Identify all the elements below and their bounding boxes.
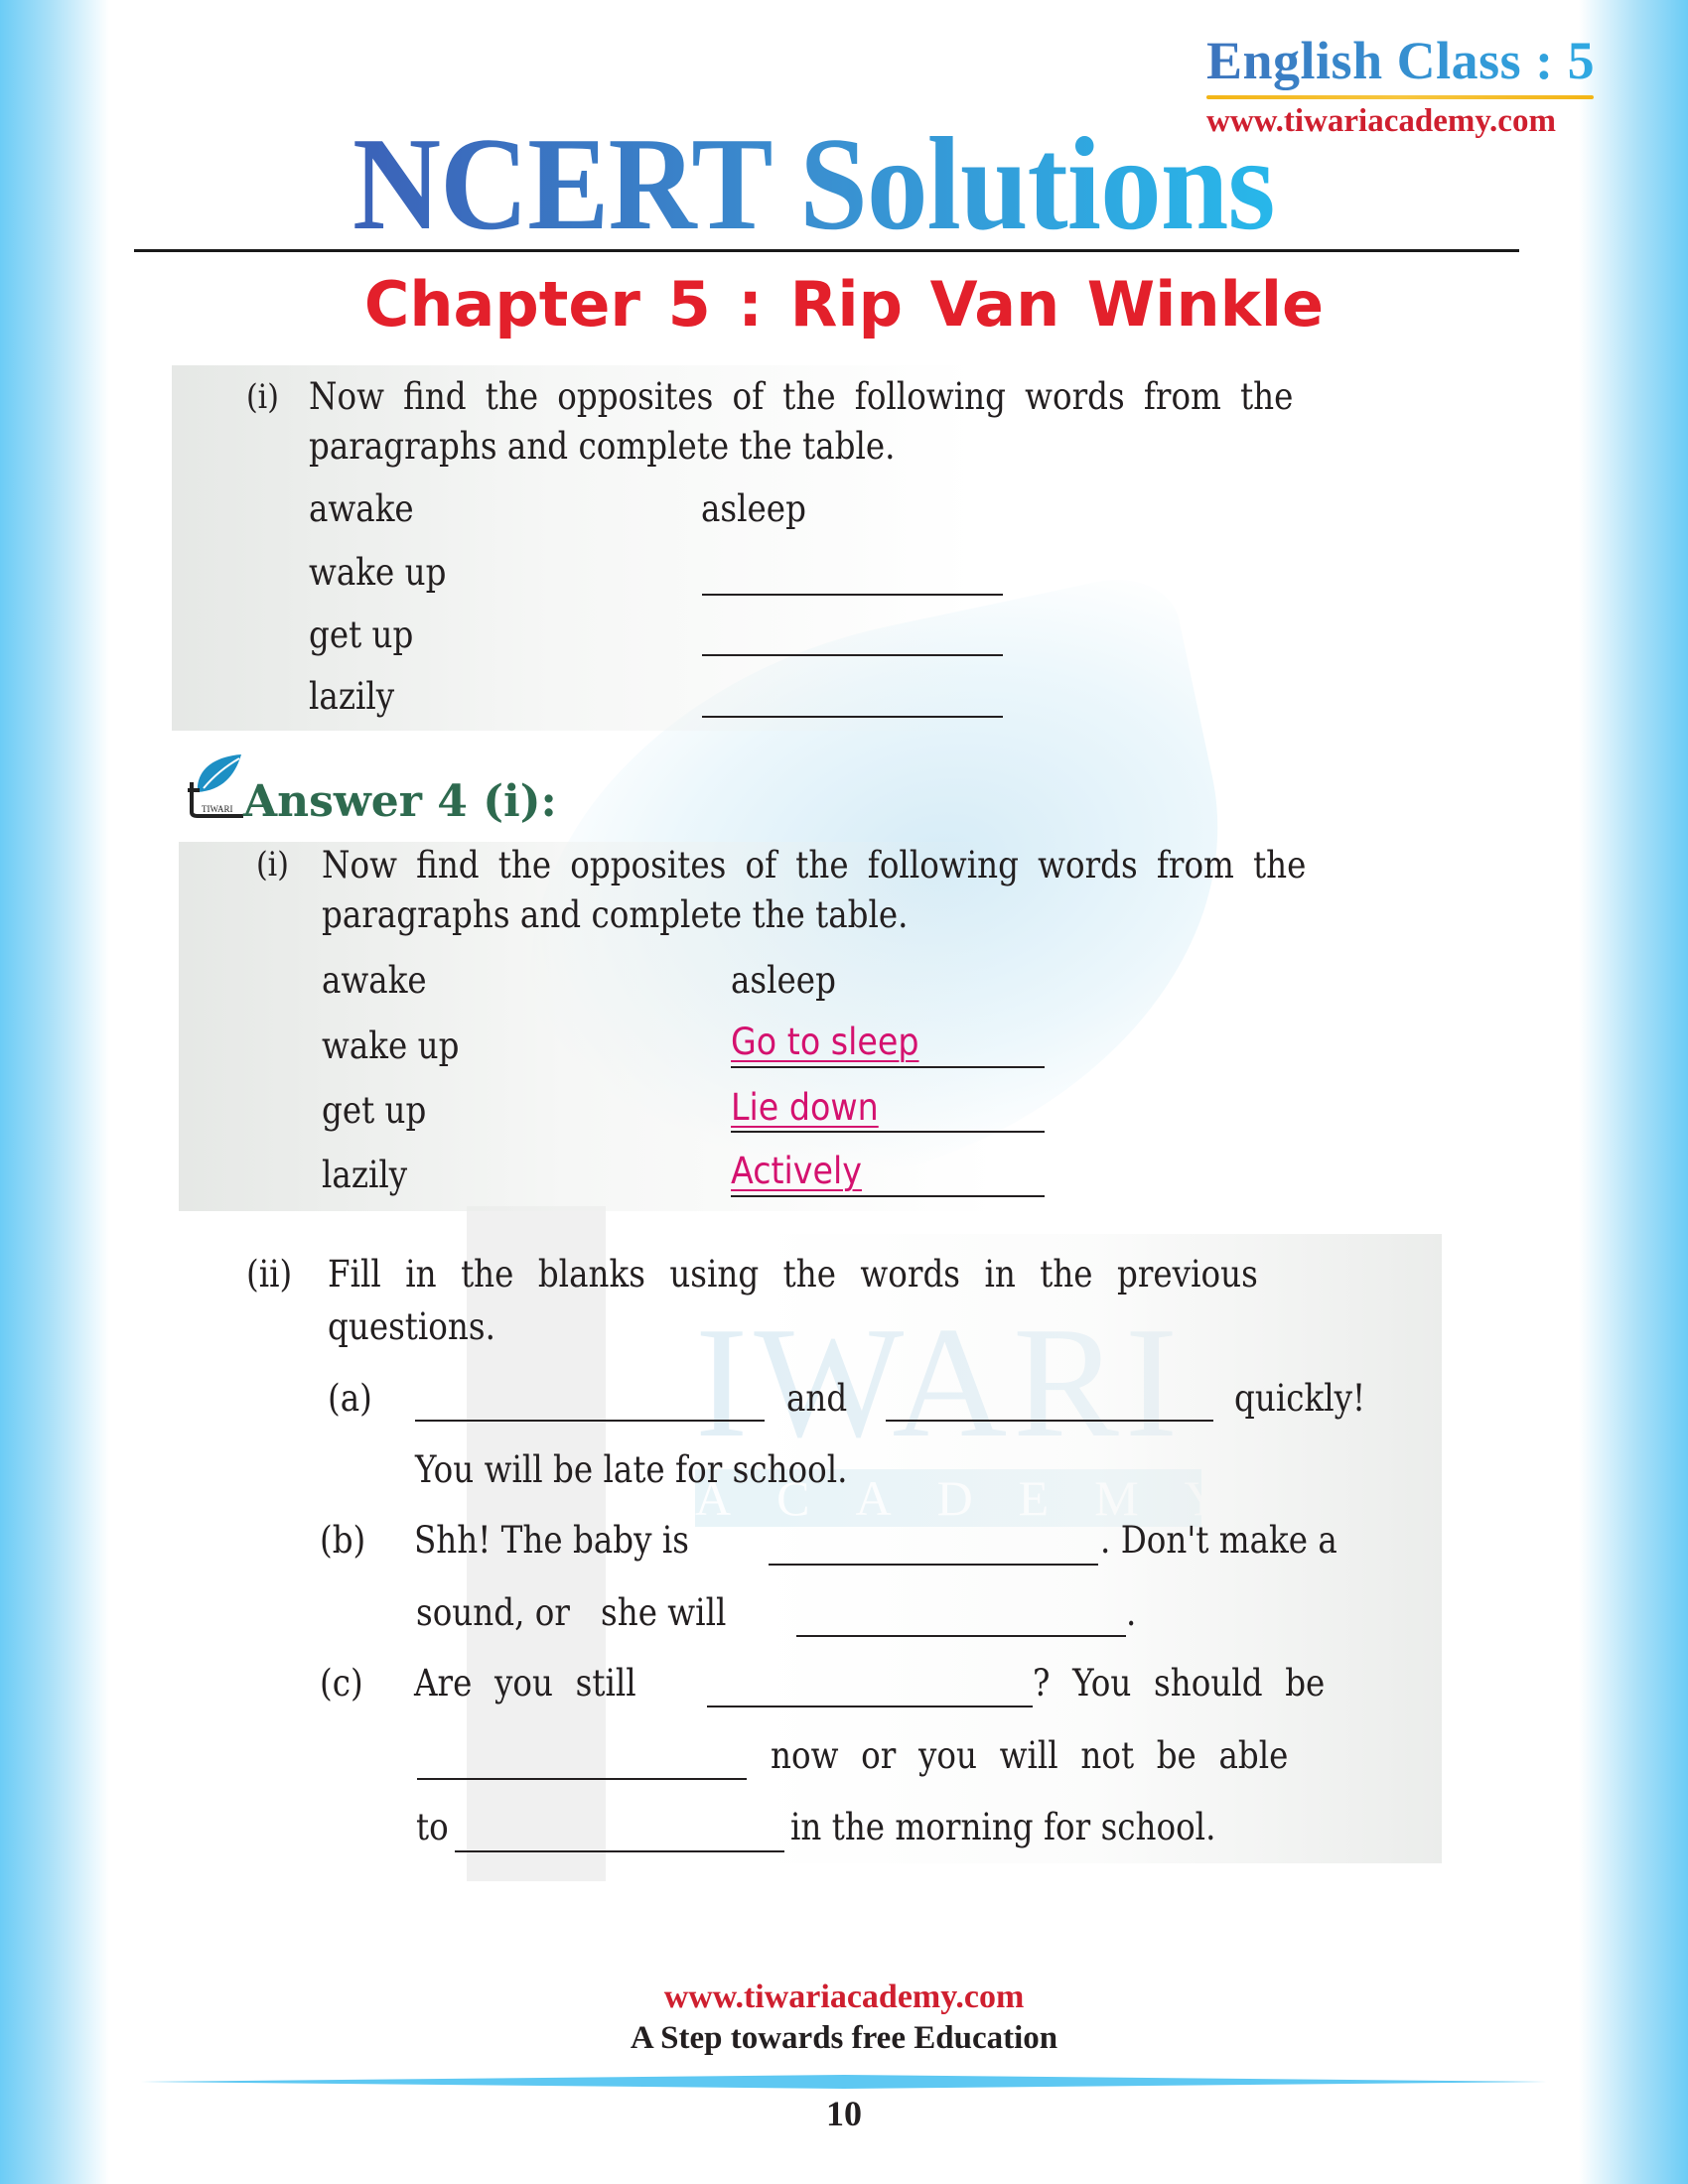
- answer-word: wake up: [322, 1024, 460, 1067]
- item-a-mid: and: [786, 1377, 848, 1420]
- answer-word: get up: [322, 1089, 427, 1132]
- answer-opposite-filled: Go to sleep: [731, 1021, 919, 1063]
- logo-text: TIWARI: [202, 804, 233, 814]
- question-blank: [702, 594, 1003, 596]
- blank-b2: [796, 1635, 1126, 1637]
- item-c-line-3-end: in the morning for school.: [790, 1806, 1216, 1848]
- question-line-1: Now find the opposites of the following …: [309, 375, 1294, 418]
- chapter-title: Chapter 5 : Rip Van Winkle: [363, 268, 1325, 341]
- brand-divider: [1206, 95, 1594, 99]
- item-c-line-3-start: to: [416, 1806, 449, 1848]
- blank-c3: [455, 1850, 784, 1852]
- item-c-start: Are you still: [414, 1662, 636, 1705]
- item-b-start: Shh! The baby is: [414, 1519, 689, 1562]
- item-c-line-2-end: now or you will not be able: [771, 1734, 1289, 1777]
- footer-divider: [141, 2075, 1547, 2089]
- answer-line-1: Now find the opposites of the following …: [322, 844, 1307, 887]
- answer-word: lazily: [322, 1154, 408, 1196]
- blank-b1: [769, 1564, 1098, 1566]
- answer-line-2: paragraphs and complete the table.: [322, 893, 909, 936]
- item-b-line-2-end: .: [1126, 1591, 1137, 1634]
- item-b-line-2-start: sound, or she will: [416, 1591, 727, 1634]
- item-a-label: (a): [328, 1377, 372, 1420]
- fill-blanks-line-1: Fill in the blanks using the words in th…: [328, 1253, 1258, 1296]
- blank-a1: [415, 1420, 765, 1422]
- answer-blank: [731, 1066, 1045, 1068]
- blank-c1: [707, 1706, 1033, 1707]
- answer-opposite-filled: Lie down: [731, 1086, 879, 1129]
- question-blank: [702, 716, 1003, 718]
- tiwari-logo-icon: TIWARI: [188, 754, 243, 818]
- item-c-end: ? You should be: [1033, 1662, 1326, 1705]
- answer-blank: [731, 1195, 1045, 1197]
- item-a-end: quickly!: [1234, 1377, 1366, 1420]
- question-blank: [702, 654, 1003, 656]
- fill-blanks-line-2: questions.: [328, 1305, 495, 1348]
- item-b-end: . Don't make a: [1100, 1519, 1337, 1562]
- fill-blanks-label: (ii): [246, 1253, 293, 1296]
- answer-label: (i): [256, 845, 289, 885]
- answer-opposite-filled: Actively: [731, 1150, 862, 1192]
- answer-opposite: asleep: [731, 959, 836, 1002]
- item-a-line-2: You will be late for school.: [415, 1448, 848, 1491]
- question-line-2: paragraphs and complete the table.: [309, 425, 896, 468]
- answer-word: awake: [322, 959, 427, 1002]
- title-divider: [134, 249, 1519, 252]
- page-title: NCERT Solutions: [352, 110, 1275, 257]
- blank-a2: [886, 1420, 1213, 1422]
- item-b-label: (b): [320, 1519, 366, 1562]
- footer-website-link[interactable]: www.tiwariacademy.com: [0, 1979, 1688, 2016]
- subject-class-label: English Class : 5: [1206, 31, 1596, 90]
- footer-tagline: A Step towards free Education: [630, 2020, 1058, 2056]
- question-word: awake: [309, 487, 414, 530]
- blank-c2: [417, 1778, 747, 1780]
- question-opposite: asleep: [701, 487, 806, 530]
- question-word: lazily: [309, 675, 395, 718]
- question-word: get up: [309, 614, 414, 656]
- item-c-label: (c): [320, 1662, 363, 1705]
- question-label: (i): [246, 377, 279, 417]
- question-word: wake up: [309, 551, 447, 594]
- page-number: 10: [826, 2094, 862, 2133]
- answer-blank: [731, 1131, 1045, 1133]
- answer-heading: Answer 4 (i):: [243, 776, 557, 827]
